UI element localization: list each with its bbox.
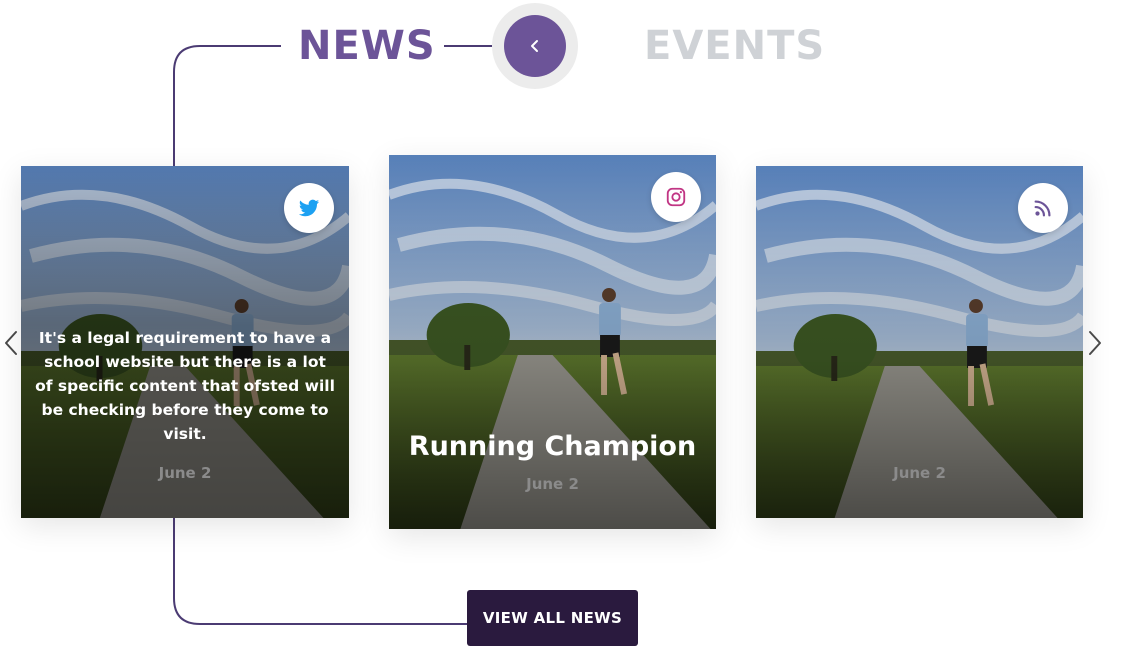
news-card-date: June 2 (893, 464, 946, 482)
social-badge[interactable] (651, 172, 701, 222)
tab-toggle-button[interactable] (504, 15, 566, 77)
news-card-date: June 2 (158, 464, 212, 482)
chevron-right-icon (1089, 331, 1101, 355)
twitter-icon (298, 199, 320, 217)
chevron-left-icon (531, 40, 538, 52)
chevron-left-icon (5, 331, 17, 355)
news-card-date: June 2 (526, 475, 579, 493)
rss-icon (1034, 200, 1051, 217)
news-card-2[interactable]: Running Champion June 2 (389, 155, 716, 529)
tab-events[interactable]: EVENTS (644, 20, 825, 72)
carousel-prev-button[interactable] (0, 328, 22, 358)
news-card-excerpt: It's a legal requirement to have a schoo… (35, 329, 335, 443)
news-card-title: Running Champion (408, 431, 697, 462)
news-card-3[interactable]: June 2 (756, 166, 1083, 518)
news-card-1[interactable]: It's a legal requirement to have a schoo… (21, 166, 349, 518)
carousel-next-button[interactable] (1084, 328, 1106, 358)
instagram-icon (666, 187, 686, 207)
view-all-news-button[interactable]: VIEW ALL NEWS (467, 590, 638, 646)
social-badge[interactable] (1018, 183, 1068, 233)
tab-news[interactable]: NEWS (298, 20, 436, 72)
social-badge[interactable] (284, 183, 334, 233)
